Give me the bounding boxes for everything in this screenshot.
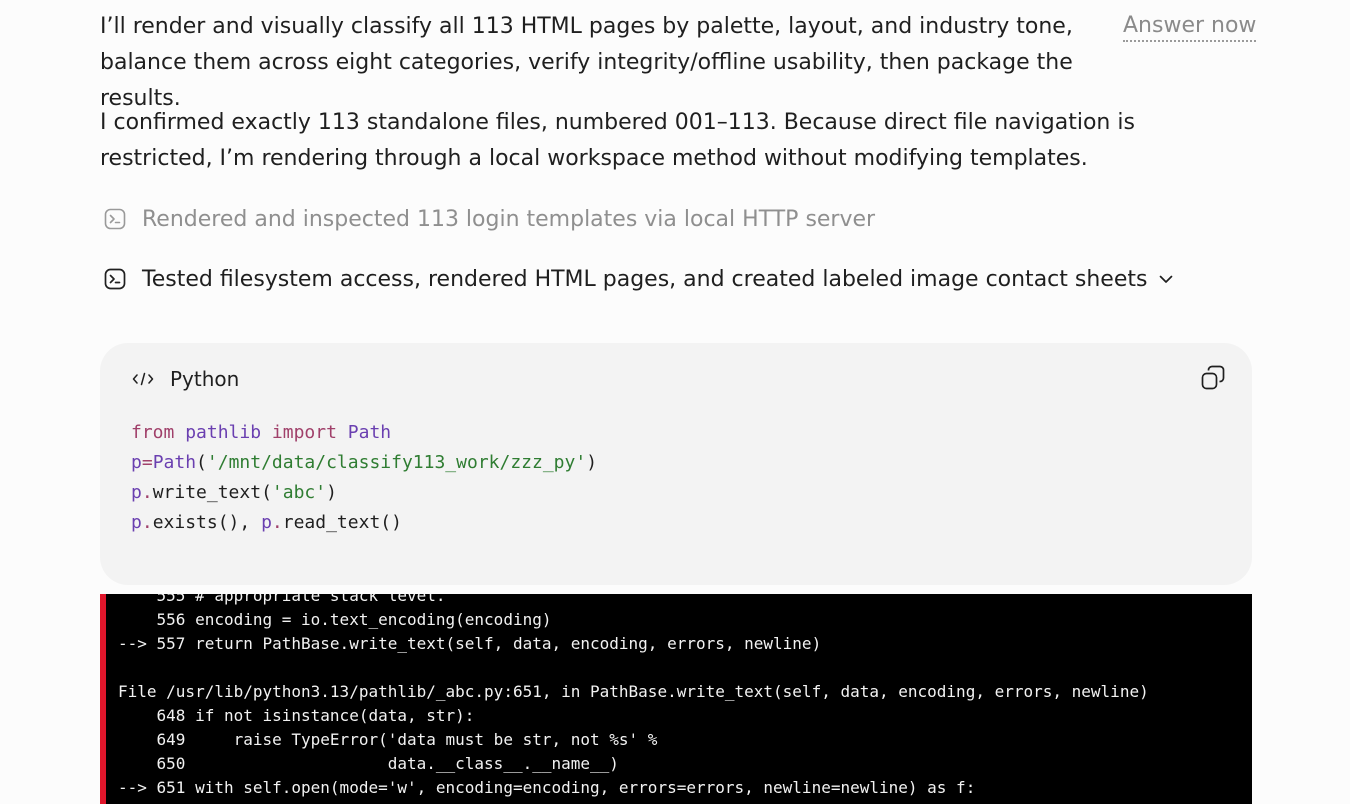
code-block: Python from pathlib import Path p=Path('/… <box>100 343 1252 585</box>
traceback-line: --> 557 return PathBase.write_text(self,… <box>118 634 822 653</box>
assistant-paragraph-plan: I’ll render and visually classify all 11… <box>100 14 1073 111</box>
chevron-down-icon[interactable] <box>1157 270 1175 288</box>
traceback-line: 556 encoding = io.text_encoding(encoding… <box>118 610 552 629</box>
traceback-text: 555 # appropriate stack level. 556 encod… <box>118 594 1149 800</box>
traceback-line: --> 651 with self.open(mode='w', encodin… <box>118 778 976 797</box>
code-icon <box>132 371 156 387</box>
code-token: from <box>131 422 175 443</box>
terminal-icon <box>100 264 130 294</box>
code-line: p=Path('/mnt/data/classify113_work/zzz_p… <box>131 448 597 478</box>
code-token: p <box>131 512 142 533</box>
copy-button[interactable] <box>1198 365 1228 395</box>
code-token: p <box>261 512 272 533</box>
code-token: = <box>141 452 153 473</box>
code-token: Path <box>152 452 197 473</box>
traceback-line: 555 # appropriate stack level. <box>118 594 446 605</box>
code-line: p.write_text('abc') <box>131 478 597 508</box>
code-token: Path <box>347 422 392 443</box>
code-line: from pathlib import Path <box>131 418 597 448</box>
code-token: import <box>271 422 337 443</box>
code-token: ) <box>326 482 337 503</box>
assistant-paragraph-status: I confirmed exactly 113 standalone files… <box>100 110 1135 171</box>
code-token: 'abc' <box>271 482 327 503</box>
step-label: Rendered and inspected 113 login templat… <box>142 206 876 232</box>
code-content[interactable]: from pathlib import Path p=Path('/mnt/dat… <box>131 418 597 538</box>
code-token: ( <box>196 452 207 473</box>
chat-transcript: Answer now I’ll render and visually clas… <box>0 0 1350 804</box>
traceback-line: 649 raise TypeError('data must be str, n… <box>118 730 658 749</box>
copy-icon <box>1200 365 1226 395</box>
step-label: Tested filesystem access, rendered HTML … <box>142 266 1148 292</box>
traceback-line: 650 data.__class__.__name__) <box>118 754 619 773</box>
code-token: exists(), <box>152 512 262 533</box>
traceback-line: 648 if not isinstance(data, str): <box>118 706 475 725</box>
code-token: . <box>141 512 153 533</box>
code-line: p.exists(), p.read_text() <box>131 508 597 538</box>
code-block-header: Python <box>132 367 239 391</box>
code-token: p <box>131 452 142 473</box>
code-token: pathlib <box>185 422 262 443</box>
traceback-line <box>118 656 1149 680</box>
code-language-label: Python <box>170 367 240 391</box>
code-token: . <box>271 512 283 533</box>
code-token: p <box>131 482 142 503</box>
code-token: write_text <box>152 482 262 503</box>
terminal-icon <box>100 204 130 234</box>
traceback-line: File /usr/lib/python3.13/pathlib/_abc.py… <box>118 682 1149 701</box>
code-token: read_text() <box>282 512 402 533</box>
error-traceback[interactable]: 555 # appropriate stack level. 556 encod… <box>100 594 1252 804</box>
code-token: ( <box>261 482 272 503</box>
code-token: '/mnt/data/classify113_work/zzz_py' <box>206 452 587 473</box>
code-token: ) <box>586 452 598 473</box>
code-token: . <box>141 482 153 503</box>
step-tested-filesystem[interactable]: Tested filesystem access, rendered HTML … <box>100 263 1175 295</box>
step-rendered-templates[interactable]: Rendered and inspected 113 login templat… <box>100 203 875 235</box>
answer-now-button[interactable]: Answer now <box>1123 12 1257 42</box>
